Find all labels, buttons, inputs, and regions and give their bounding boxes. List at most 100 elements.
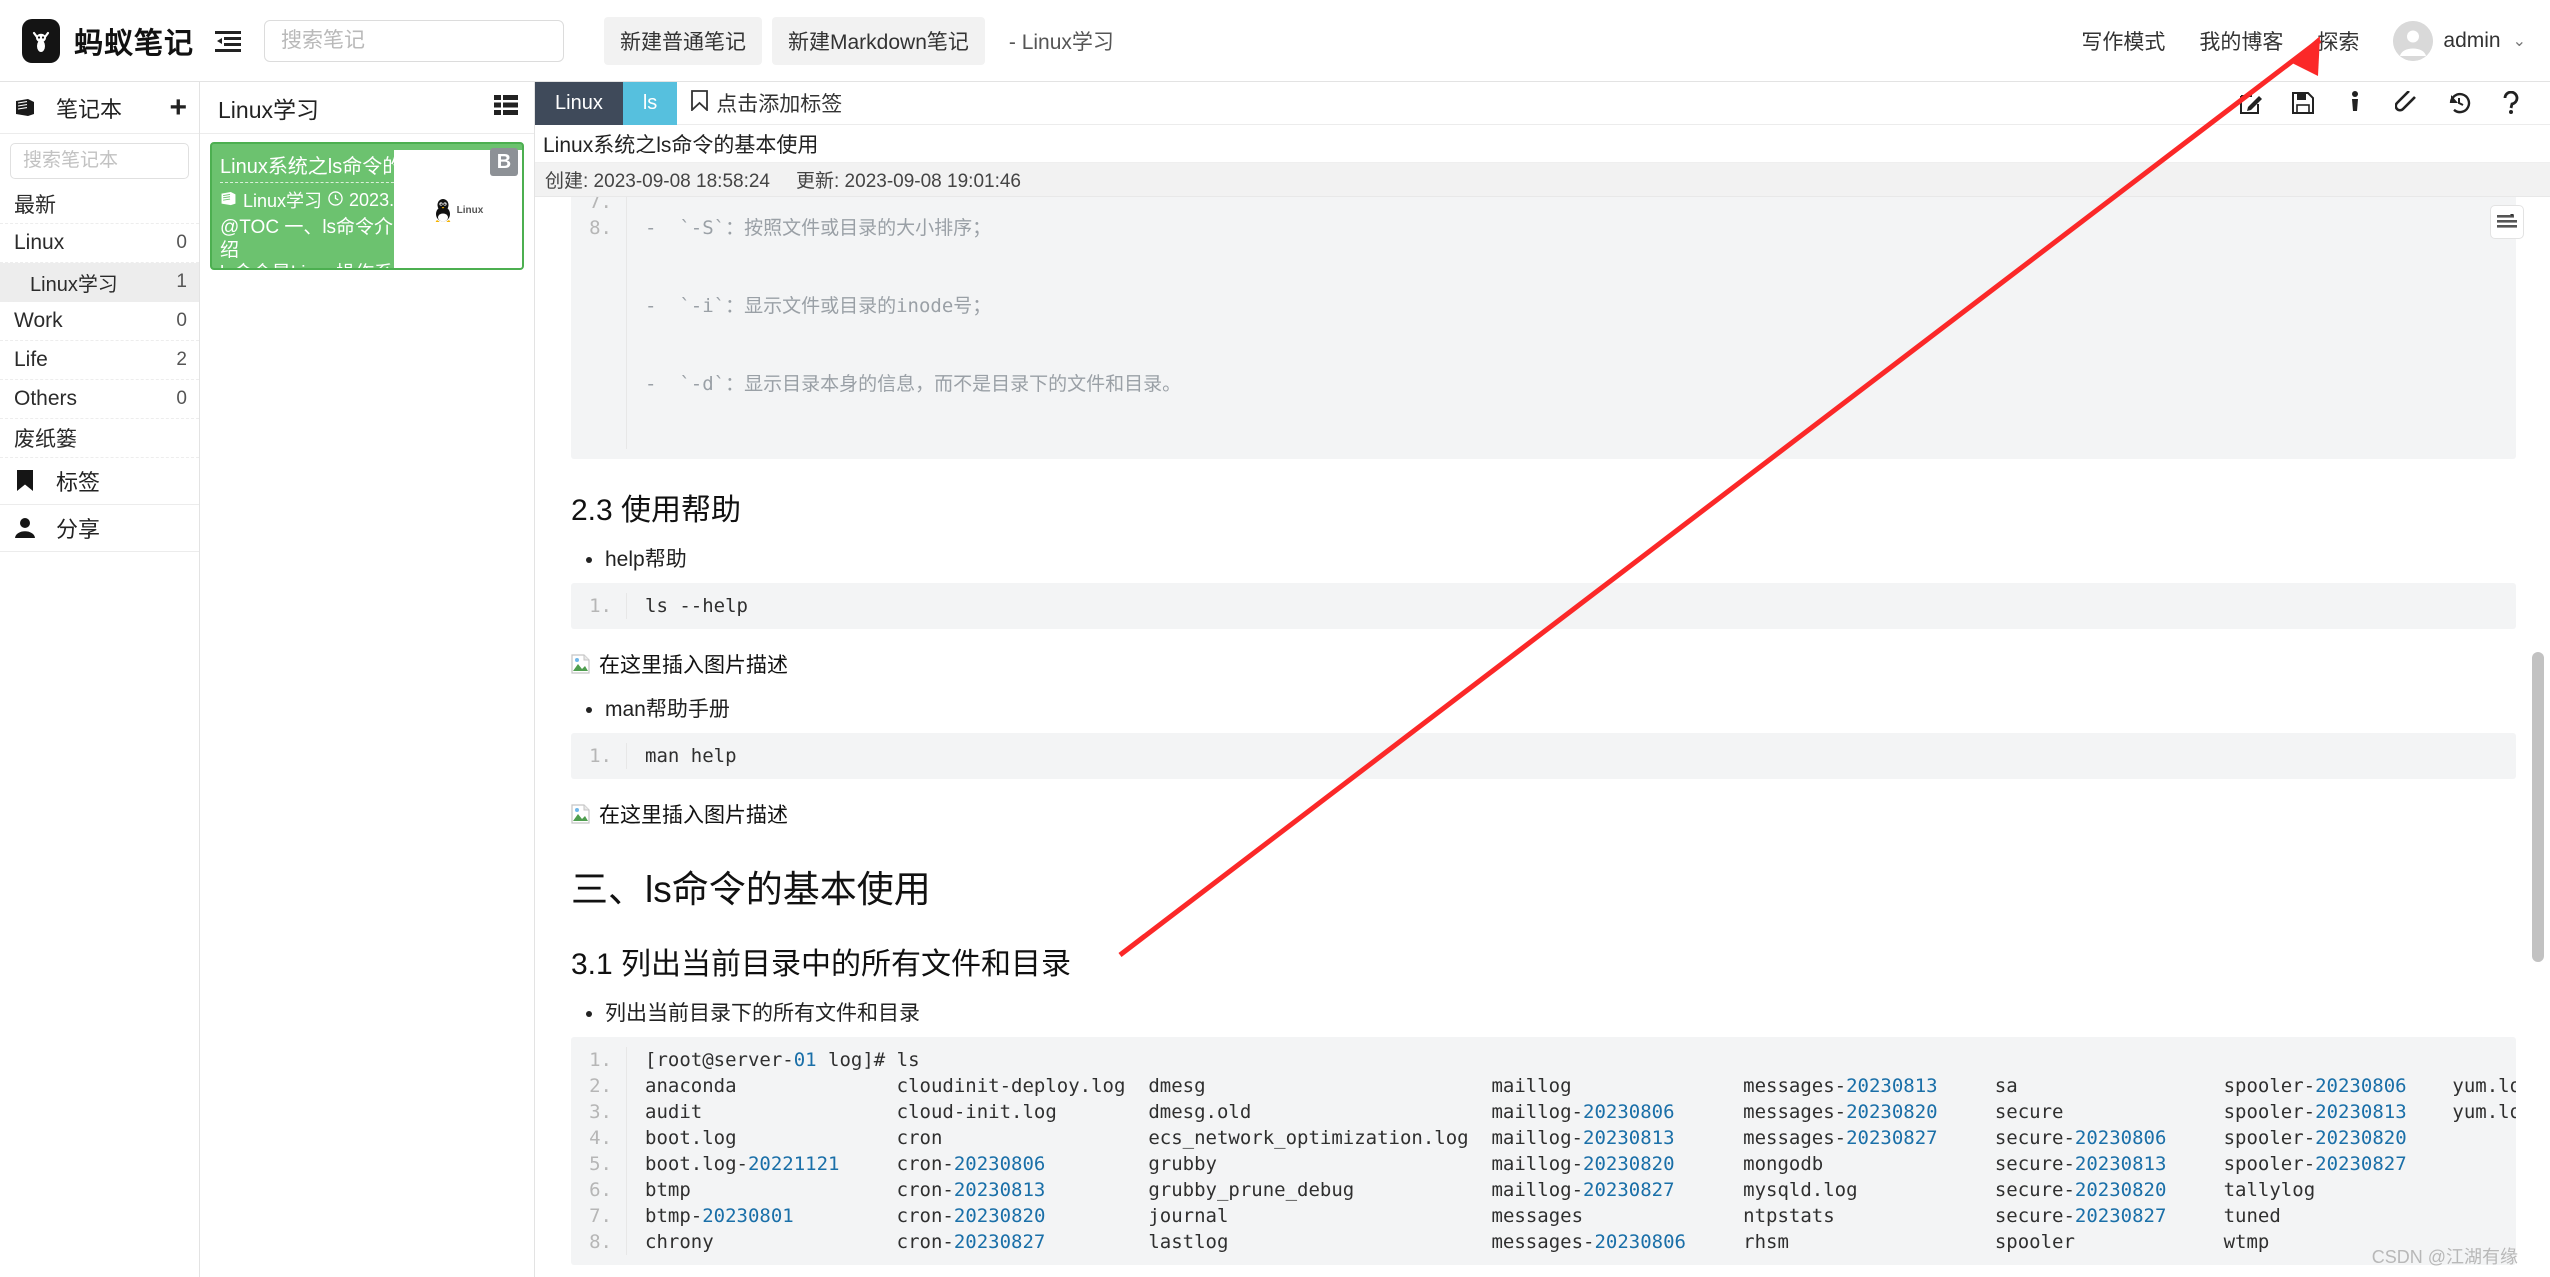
sidebar-item-count: 0 xyxy=(176,310,187,331)
tag-bar: Linux ls 点击添加标签 xyxy=(535,81,2550,125)
note-card-text: Linux系统之ls命令的 Linux学习 2023... @TOC 一、ls命… xyxy=(212,144,412,268)
sidebar-header-title: 笔记本 xyxy=(56,96,123,122)
collapse-sidebar-icon[interactable] xyxy=(208,21,248,61)
code-line-number: 3. xyxy=(589,1101,612,1123)
sidebar-item-label: 废纸篓 xyxy=(14,428,77,451)
code-line: boot.log-20221121 cron-20230806 grubby m… xyxy=(645,1153,2407,1175)
sidebar-item-最新[interactable]: 最新 xyxy=(0,185,199,224)
sidebar-item-label: Linux学习 xyxy=(30,273,118,296)
new-markdown-note-button[interactable]: 新建Markdown笔记 xyxy=(772,16,985,65)
code-gutter: 1. xyxy=(571,743,627,769)
search-input[interactable] xyxy=(279,27,549,54)
thumbnail-label: Linux xyxy=(456,204,484,216)
add-tag-label: 点击添加标签 xyxy=(716,93,843,116)
add-tag-button[interactable]: 点击添加标签 xyxy=(691,88,842,118)
heading-3-1: 3.1 列出当前目录中的所有文件和目录 xyxy=(571,948,1072,981)
list-item: help帮助 xyxy=(605,543,2516,573)
global-search[interactable] xyxy=(264,19,564,62)
content-scrollbar[interactable] xyxy=(2532,197,2544,1277)
sidebar-item-Others[interactable]: Others 0 xyxy=(0,380,199,419)
note-toolbar xyxy=(2238,91,2550,115)
broken-image-icon xyxy=(571,804,593,824)
note-pane: Linux ls 点击添加标签 Linux系统之ls命令的基本使用 创建: 20… xyxy=(535,81,2550,1277)
note-tag-linux[interactable]: Linux xyxy=(535,81,623,125)
note-updated: 更新: 2023-09-08 19:01:46 xyxy=(796,171,1021,192)
code-line-number: 1. xyxy=(589,1049,612,1071)
broken-image-alt: 在这里插入图片描述 xyxy=(599,654,788,677)
list-help: help帮助 xyxy=(571,543,2516,573)
history-revert-icon[interactable] xyxy=(2446,91,2472,115)
sidebar-item-Linux[interactable]: Linux 0 xyxy=(0,224,199,263)
sidebar-item-Linux学习[interactable]: Linux学习 1 xyxy=(0,263,199,302)
save-floppy-icon[interactable] xyxy=(2290,92,2316,114)
note-card-badge: B xyxy=(490,148,518,176)
my-blog-link[interactable]: 我的博客 xyxy=(2199,26,2283,56)
broken-image-alt: 在这里插入图片描述 xyxy=(599,804,788,827)
note-card-meta: Linux学习 2023... xyxy=(220,187,404,213)
code-line: anaconda cloudinit-deploy.log dmesg mail… xyxy=(645,1075,2516,1097)
notebook-search[interactable] xyxy=(10,143,189,179)
sidebar-item-Work[interactable]: Work 0 xyxy=(0,302,199,341)
sidebar-item-标签[interactable]: 标签 xyxy=(0,458,199,505)
note-created: 创建: 2023-09-08 18:58:24 xyxy=(545,171,770,192)
attachment-paperclip-icon[interactable] xyxy=(2394,91,2420,115)
broken-image-icon xyxy=(571,654,593,674)
help-question-icon[interactable] xyxy=(2498,91,2524,115)
code-line: btmp-20230801 cron-20230820 journal mess… xyxy=(645,1205,2281,1227)
note-title: Linux系统之ls命令的基本使用 xyxy=(535,125,2550,163)
list-view-icon[interactable] xyxy=(494,94,518,121)
current-note-label: - Linux学习 xyxy=(1008,30,1114,54)
write-mode-link[interactable]: 写作模式 xyxy=(2081,26,2165,56)
code-line: boot.log cron ecs_network_optimization.l… xyxy=(645,1127,2407,1149)
sidebar-item-label: Work xyxy=(14,309,63,332)
code-lines: ls --help xyxy=(645,595,748,617)
sidebar-item-count: 1 xyxy=(176,271,187,292)
sidebar: 笔记本 + 最新 Linux 0 Linux学习 1 Work 0 Life 2 Others 0 废… xyxy=(0,82,200,1277)
topbar-actions: 新建普通笔记 新建Markdown笔记 - Linux学习 xyxy=(604,16,1114,65)
code-block-man-help: 1. man help xyxy=(571,733,2516,779)
note-card-title: Linux系统之ls命令的 xyxy=(220,150,404,183)
sidebar-item-label: 最新 xyxy=(14,194,56,217)
sidebar-item-分享[interactable]: 分享 xyxy=(0,505,199,552)
code-line-number: 2. xyxy=(589,1075,612,1097)
sidebar-footer: 标签分享 xyxy=(0,458,199,552)
note-list-header: Linux学习 xyxy=(200,82,534,134)
notebook-search-input[interactable] xyxy=(21,149,178,173)
share-user-icon xyxy=(12,517,38,539)
chevron-down-icon[interactable]: ⌄ xyxy=(2513,31,2526,51)
code-lines: man help xyxy=(645,745,737,767)
plus-icon[interactable]: + xyxy=(169,92,187,123)
code-line-number: 5. xyxy=(589,1153,612,1175)
explore-link[interactable]: 探索 xyxy=(2317,26,2359,56)
sidebar-item-Life[interactable]: Life 2 xyxy=(0,341,199,380)
sidebar-item-count: 2 xyxy=(176,349,187,370)
app-root: 蚂蚁笔记 新建普通笔记 新建Markdown笔记 - Linux学习 写作模式 … xyxy=(0,0,2550,1277)
tag-bookmark-icon xyxy=(12,470,38,492)
markdown-body: 6. 7. 8. - `-S`：按照文件或目录的大小排序； - `-i`：显示文… xyxy=(535,197,2550,1265)
code-block-ls-output: 1. 2. 3. 4. 5. 6. 7. 8. [root@server-01 log]# l… xyxy=(571,1037,2516,1265)
code-line: [root@server-01 log]# ls xyxy=(645,1049,920,1071)
toc-menu-icon[interactable] xyxy=(2490,205,2524,239)
brand: 蚂蚁笔记 xyxy=(22,18,194,63)
note-card[interactable]: Linux系统之ls命令的 Linux学习 2023... @TOC 一、ls命… xyxy=(210,142,524,270)
user-menu[interactable]: admin ⌄ xyxy=(2393,20,2526,61)
edit-pencil-icon[interactable] xyxy=(2238,91,2264,115)
top-bar: 蚂蚁笔记 新建普通笔记 新建Markdown笔记 - Linux学习 写作模式 … xyxy=(0,0,2550,82)
broken-image-1: 在这里插入图片描述 xyxy=(571,649,2516,679)
code-gutter: 1. 2. 3. 4. 5. 6. 7. 8. xyxy=(571,1047,627,1255)
info-icon[interactable] xyxy=(2342,91,2368,115)
list-item: man帮助手册 xyxy=(605,693,2516,723)
code-lines: [root@server-01 log]# ls anaconda cloudin… xyxy=(627,1047,2516,1255)
sidebar-item-废纸篓[interactable]: 废纸篓 xyxy=(0,419,199,458)
note-tag-ls[interactable]: ls xyxy=(622,81,678,125)
code-line: btmp cron-20230813 grubby_prune_debug ma… xyxy=(645,1179,2316,1201)
notebook-list: 最新 Linux 0 Linux学习 1 Work 0 Life 2 Others 0 废纸篓 xyxy=(0,185,199,458)
note-card-excerpt: @TOC 一、ls命令介绍 ls命令是Linux操作系统 中的一个常用命令，在 xyxy=(220,217,394,268)
scrollbar-thumb xyxy=(2532,652,2544,962)
code-line-number: 6. xyxy=(589,1179,612,1201)
sidebar-item-label: Life xyxy=(14,348,48,371)
note-list-panel: Linux学习 Linux系统之ls命令的 Linux学习 2023... @T… xyxy=(200,82,535,1277)
sidebar-item-label: 分享 xyxy=(56,517,101,542)
new-note-button[interactable]: 新建普通笔记 xyxy=(604,16,762,65)
sidebar-header: 笔记本 + xyxy=(0,82,199,134)
